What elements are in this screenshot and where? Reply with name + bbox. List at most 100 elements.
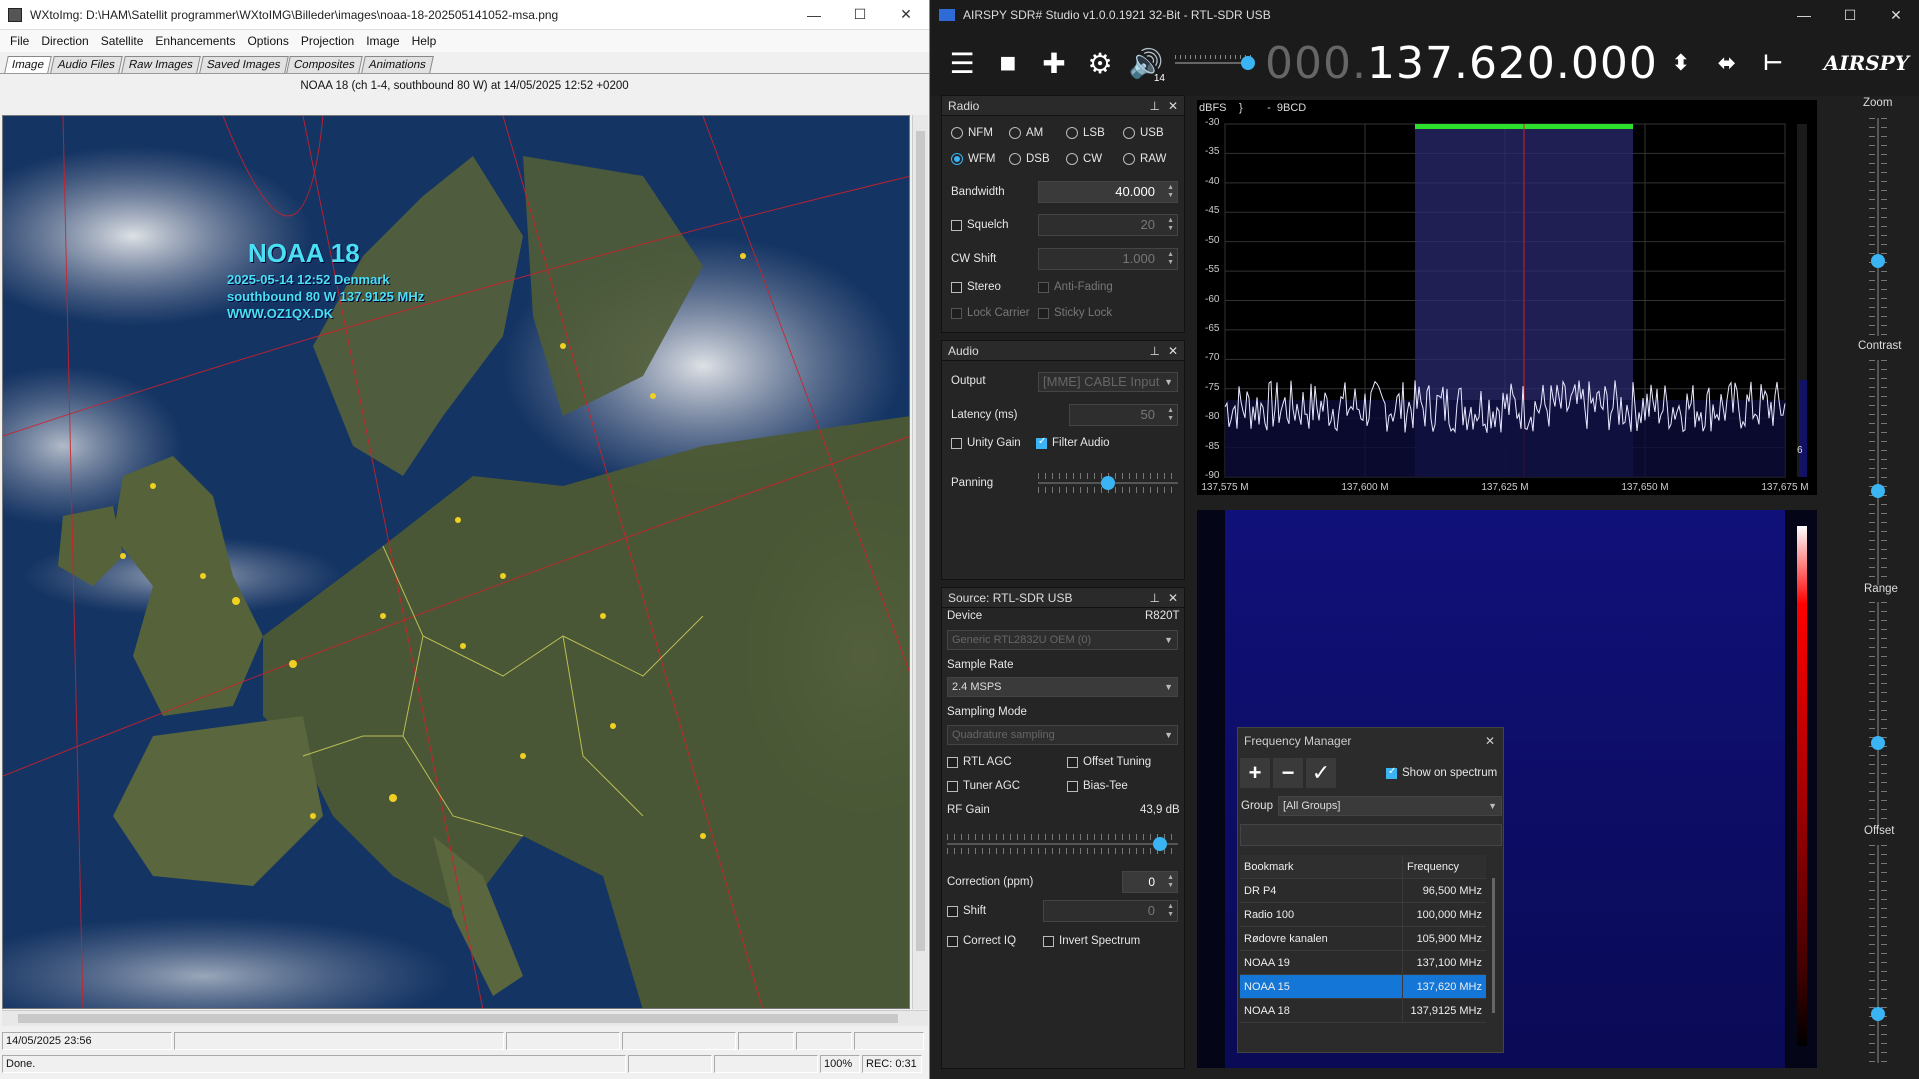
menu-image[interactable]: Image (360, 34, 405, 48)
shift-input[interactable]: 0 ▲ ▼ (1043, 900, 1178, 922)
mode-usb[interactable]: USB (1123, 127, 1164, 139)
span-icon[interactable]: ⊢ (1750, 40, 1796, 86)
filteraudio-checkbox[interactable]: Filter Audio (1036, 436, 1110, 449)
sdr-minimize-icon[interactable]: — (1781, 0, 1827, 30)
samplingmode-dropdown[interactable]: Quadrature sampling ▼ (947, 725, 1178, 745)
panel-close-icon[interactable]: ✕ (1168, 99, 1178, 113)
freqmgr-remove-button[interactable]: − (1273, 758, 1303, 788)
unitygain-checkbox[interactable]: Unity Gain (951, 437, 1021, 449)
correction-input[interactable]: 0 ▲ ▼ (1122, 871, 1178, 893)
menu-direction[interactable]: Direction (35, 34, 94, 48)
offsettuning-checkbox[interactable]: Offset Tuning (1067, 756, 1151, 768)
col-frequency[interactable]: Frequency (1403, 855, 1486, 878)
output-dropdown[interactable]: [MME] CABLE Input ▼ (1038, 372, 1178, 392)
gear-icon[interactable]: ⚙ (1077, 40, 1123, 86)
show-on-spectrum-checkbox[interactable]: Show on spectrum (1386, 766, 1497, 779)
pin-icon[interactable]: ⊥ (1149, 99, 1159, 113)
tab-image[interactable]: Image (4, 56, 52, 73)
output-label: Output (951, 375, 986, 387)
hamburger-menu-icon[interactable]: ☰ (939, 40, 985, 86)
table-scrollbar[interactable] (1492, 878, 1495, 1013)
menu-help[interactable]: Help (406, 34, 443, 48)
menu-satellite[interactable]: Satellite (95, 34, 150, 48)
volume-icon[interactable]: 🔊 14 (1123, 40, 1169, 86)
offset-slider[interactable] (1868, 845, 1888, 1063)
minimize-icon[interactable]: — (791, 0, 837, 30)
bandwidth-input[interactable]: 40.000 ▲ ▼ (1038, 181, 1178, 203)
group-dropdown[interactable]: [All Groups] ▼ (1278, 796, 1502, 816)
close-icon[interactable]: ✕ (883, 0, 929, 30)
satellite-image[interactable]: NOAA 18 2025-05-14 12:52 Denmark southbo… (2, 115, 910, 1009)
mode-raw[interactable]: RAW (1123, 153, 1166, 165)
correctiq-checkbox[interactable]: Correct IQ (947, 935, 1016, 947)
table-row[interactable]: DR P4 96,500 MHz (1240, 879, 1486, 903)
sdrsharp-app-icon (939, 9, 955, 21)
y-tick-label: -85 (1205, 440, 1220, 452)
contrast-slider[interactable] (1868, 360, 1888, 585)
frequency-prefix: 000. (1265, 37, 1367, 89)
mode-wfm[interactable]: WFM (951, 153, 995, 165)
freqmgr-close-icon[interactable]: ✕ (1485, 728, 1503, 754)
status-text: Done. (2, 1055, 626, 1073)
vertical-scrollbar[interactable] (912, 115, 928, 1009)
lockcarrier-checkbox[interactable]: Lock Carrier (951, 307, 1030, 319)
table-row[interactable]: Radio 100 100,000 MHz (1240, 903, 1486, 927)
device-dropdown[interactable]: Generic RTL2832U OEM (0) ▼ (947, 630, 1178, 650)
device-tuner: R820T (1145, 610, 1180, 622)
spectrum-analyzer[interactable]: dBFS } - 9BCD 6 -30 -35 -40 -45 -50 -55 -60 -65… (1197, 100, 1817, 495)
volume-slider[interactable] (1175, 51, 1255, 75)
tab-raw-images[interactable]: Raw Images (121, 56, 201, 73)
antifading-checkbox[interactable]: Anti-Fading (1038, 281, 1113, 293)
stereo-checkbox[interactable]: Stereo (951, 281, 1001, 293)
tuning-step-updown-icon[interactable]: ⬍ (1658, 40, 1704, 86)
stickylock-checkbox[interactable]: Sticky Lock (1038, 307, 1112, 319)
menu-options[interactable]: Options (241, 34, 294, 48)
sdr-close-icon[interactable]: ✕ (1873, 0, 1919, 30)
mode-nfm[interactable]: NFM (951, 127, 993, 139)
freqmgr-add-button[interactable]: + (1240, 758, 1270, 788)
frequency-display[interactable]: 000.137.620.000 (1265, 38, 1658, 89)
sdr-maximize-icon[interactable]: ☐ (1827, 0, 1873, 30)
audio-pin-icon[interactable]: ⊥ (1149, 344, 1159, 358)
horizontal-scrollbar[interactable] (2, 1010, 928, 1026)
biastee-checkbox[interactable]: Bias-Tee (1067, 780, 1128, 792)
squelch-checkbox[interactable]: Squelch (951, 219, 1009, 231)
table-row[interactable]: NOAA 19 137,100 MHz (1240, 951, 1486, 975)
tab-audio-files[interactable]: Audio Files (50, 56, 123, 73)
table-row[interactable]: NOAA 18 137,9125 MHz (1240, 999, 1486, 1023)
tab-animations[interactable]: Animations (361, 56, 434, 73)
freqmgr-apply-button[interactable]: ✓ (1306, 758, 1336, 788)
invertspectrum-checkbox[interactable]: Invert Spectrum (1043, 935, 1140, 947)
table-row-selected[interactable]: NOAA 15 137,620 MHz (1240, 975, 1486, 999)
menu-enhancements[interactable]: Enhancements (149, 34, 241, 48)
tab-composites[interactable]: Composites (286, 56, 363, 73)
panning-slider[interactable] (1038, 471, 1178, 495)
audio-close-icon[interactable]: ✕ (1168, 344, 1178, 358)
menu-projection[interactable]: Projection (295, 34, 360, 48)
tuneragc-checkbox[interactable]: Tuner AGC (947, 780, 1020, 792)
shift-checkbox[interactable]: Shift (947, 905, 986, 917)
zoom-slider[interactable] (1868, 118, 1888, 336)
menu-file[interactable]: File (4, 34, 35, 48)
cwshift-input[interactable]: 1.000 ▲ ▼ (1038, 248, 1178, 270)
mode-dsb[interactable]: DSB (1009, 153, 1050, 165)
source-pin-icon[interactable]: ⊥ (1149, 591, 1159, 605)
center-tune-leftright-icon[interactable]: ⬌ (1704, 40, 1750, 86)
latency-input[interactable]: 50 ▲ ▼ (1069, 404, 1178, 426)
stop-icon[interactable]: ■ (985, 40, 1031, 86)
mode-lsb[interactable]: LSB (1066, 127, 1105, 139)
tab-saved-images[interactable]: Saved Images (198, 56, 289, 73)
mode-am[interactable]: AM (1009, 127, 1043, 139)
col-bookmark[interactable]: Bookmark (1240, 855, 1403, 878)
squelch-input[interactable]: 20 ▲ ▼ (1038, 214, 1178, 236)
rfgain-slider[interactable] (947, 832, 1178, 856)
mode-cw[interactable]: CW (1066, 153, 1102, 165)
maximize-icon[interactable]: ☐ (837, 0, 883, 30)
source-close-icon[interactable]: ✕ (1168, 591, 1178, 605)
samplerate-dropdown[interactable]: 2.4 MSPS ▼ (947, 677, 1178, 697)
range-slider[interactable] (1868, 602, 1888, 827)
freqmgr-search-input[interactable] (1240, 824, 1502, 846)
add-icon[interactable]: ✚ (1031, 40, 1077, 86)
table-row[interactable]: Rødovre kanalen 105,900 MHz (1240, 927, 1486, 951)
rtlagc-checkbox[interactable]: RTL AGC (947, 756, 1012, 768)
